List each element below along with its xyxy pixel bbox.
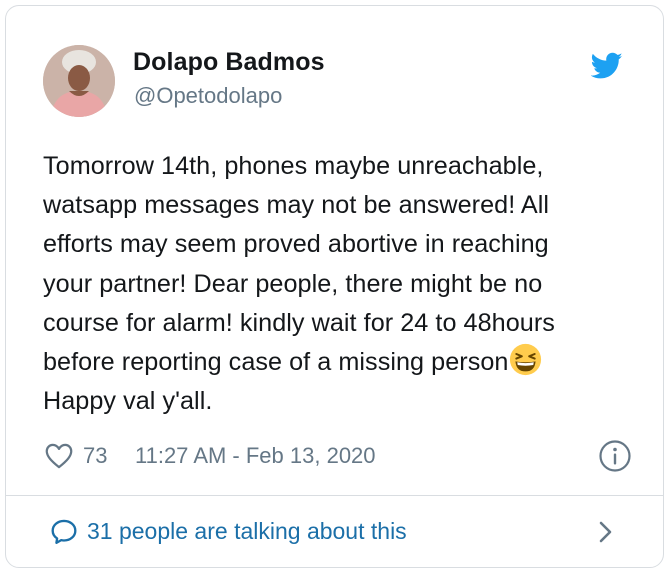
profile-photo-icon — [43, 45, 115, 117]
twitter-bird-icon[interactable] — [591, 52, 623, 80]
speech-bubble-icon — [51, 519, 77, 545]
display-name[interactable]: Dolapo Badmos — [133, 48, 325, 77]
user-handle[interactable]: @Opetodolapo — [134, 83, 282, 109]
tweet-line: your partner! Dear people, there might b… — [43, 269, 543, 298]
talking-about-text[interactable]: 31 people are talking about this — [87, 518, 407, 545]
conversation-link[interactable]: 31 people are talking about this — [6, 496, 663, 568]
heart-icon[interactable] — [45, 443, 73, 469]
tweet-line: efforts may seem proved abortive in reac… — [43, 230, 549, 259]
tweet-text: Tomorrow 14th, phones maybe unreachable,… — [43, 147, 633, 421]
tweet-line: course for alarm! kindly wait for 24 to … — [43, 308, 555, 337]
like-count[interactable]: 73 — [83, 443, 107, 469]
tweet-card[interactable]: Dolapo Badmos @Opetodolapo Tomorrow 14th… — [5, 5, 664, 568]
tweet-meta: 73 11:27 AM - Feb 13, 2020 — [43, 439, 633, 479]
tweet-line: watsapp messages may not be answered! Al… — [43, 191, 550, 220]
tweet-line: before reporting case of a missing perso… — [43, 348, 509, 377]
tweet-line: Happy val y'all. — [43, 387, 213, 416]
grinning-squinting-face-icon — [510, 343, 542, 376]
chevron-right-icon[interactable] — [595, 519, 617, 545]
avatar[interactable] — [43, 45, 115, 117]
info-icon[interactable] — [598, 439, 632, 473]
tweet-line: Tomorrow 14th, phones maybe unreachable, — [43, 152, 544, 180]
tweet-timestamp[interactable]: 11:27 AM - Feb 13, 2020 — [135, 443, 376, 469]
tweet-header: Dolapo Badmos @Opetodolapo — [6, 6, 663, 126]
